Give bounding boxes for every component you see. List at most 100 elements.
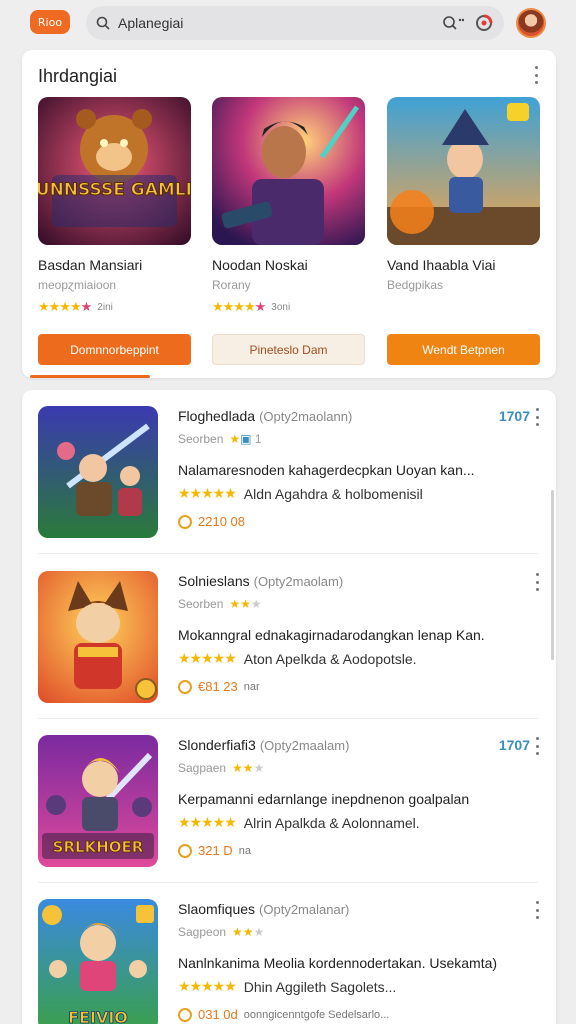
developer-name: Aton Apelkda & Aodopotsle. xyxy=(243,650,417,667)
search-icon xyxy=(96,16,110,30)
game-thumbnail[interactable] xyxy=(38,406,158,538)
meta-row: €81 23 nar xyxy=(178,679,260,694)
rating-stars-icon: ★★★★★ xyxy=(178,814,237,830)
game-rating: ★★★★★ 2ini xyxy=(38,299,113,315)
category-label: Seorben xyxy=(178,597,224,611)
more-options-icon[interactable] xyxy=(534,408,540,426)
small-stars-icon: ★★★ xyxy=(232,925,265,939)
meta-value: €81 23 xyxy=(198,679,238,694)
clock-icon xyxy=(178,514,192,529)
more-options-icon[interactable] xyxy=(534,901,540,919)
rating-stars-icon: ★★★★★ xyxy=(178,650,237,666)
more-options-icon[interactable] xyxy=(534,737,540,755)
game-cover-image[interactable] xyxy=(387,97,540,245)
game-list: Floghedlada (Opty2maolann) 1707 Seorben ★▣… xyxy=(22,390,556,1024)
more-options-icon[interactable] xyxy=(534,573,540,591)
rating-row: ★★★★★ Aton Apelkda & Aodopotsle. xyxy=(178,650,417,667)
list-item[interactable]: Floghedlada (Opty2maolann) 1707 Seorben ★▣… xyxy=(22,390,556,554)
game-title: Slaomfiques (Opty2malanar) xyxy=(178,901,349,917)
game-genre: Rorany xyxy=(212,278,251,292)
rating-stars-icon: ★★★★★ xyxy=(212,299,266,314)
game-tag: (Opty2malanar) xyxy=(259,902,350,917)
meta-row: 321 D na xyxy=(178,843,251,858)
featured-item[interactable]: GUNNSSSE GAMLIN Basdan Mansiari meopɀmia… xyxy=(38,97,191,365)
game-tag: (Opty2maalam) xyxy=(259,738,350,753)
install-button[interactable]: Pineteslo Dam xyxy=(212,334,365,365)
featured-title: Ihrdangiai xyxy=(38,66,118,86)
rating-row: ★★★★★ Aldn Agahdra & holbomenisil xyxy=(178,485,423,502)
cover-title-text: FEIVIO xyxy=(68,1008,128,1024)
top-bar: Rioo Aplanegiai xyxy=(0,0,576,46)
meta-value: 031 0d xyxy=(198,1007,238,1022)
game-thumbnail[interactable]: FEIVIO xyxy=(38,899,158,1024)
game-category: Seorben ★▣ 1 xyxy=(178,432,262,446)
game-tag: (Opty2maolam) xyxy=(253,574,344,589)
rating-row: ★★★★★ Alrin Apalkda & Aolonnamel. xyxy=(178,814,420,831)
clock-icon xyxy=(178,679,192,694)
category-label: Sagpeon xyxy=(178,925,227,939)
game-score: 1707 xyxy=(498,408,530,424)
meta-extra: nar xyxy=(243,680,260,693)
game-category: Sagpaen ★★★ xyxy=(178,761,264,775)
game-title-text: Floghedlada xyxy=(178,408,256,424)
meta-row: 031 0d oonngicenntgofe Sedelsarlo... xyxy=(178,1007,389,1022)
game-thumbnail[interactable]: SRLKHOER xyxy=(38,735,158,867)
carousel-indicator xyxy=(30,375,150,378)
featured-item[interactable]: Noodan Noskai Rorany ★★★★★ 3oni Pinetesl… xyxy=(212,97,365,365)
game-category: Seorben ★★★ xyxy=(178,597,262,611)
game-name: Basdan Mansiari xyxy=(38,257,143,273)
meta-row: 2210 08 xyxy=(178,514,251,529)
notification-icon[interactable] xyxy=(474,13,494,33)
developer-name: Aldn Agahdra & holbomenisil xyxy=(243,485,423,502)
rating-count: 3oni xyxy=(271,301,291,313)
more-options-icon[interactable] xyxy=(533,66,539,84)
featured-item[interactable]: Vand Ihaabla Viai Bedgpikas Wendt Betpne… xyxy=(387,97,540,365)
list-item[interactable]: SRLKHOER Slonderfiafi3 (Opty2maalam) 1707… xyxy=(22,719,556,883)
featured-section: Ihrdangiai GUNNSSSE GAMLIN Basdan Mansia… xyxy=(22,50,556,378)
rating-row: ★★★★★ Dhin Aggileth Sagolets... xyxy=(178,978,396,995)
small-stars-icon: ★▣ 1 xyxy=(229,432,262,446)
rating-stars-icon: ★★★★★ xyxy=(178,978,237,994)
meta-extra: oonngicenntgofe Sedelsarlo... xyxy=(243,1008,390,1021)
search-input[interactable]: Aplanegiai xyxy=(118,15,442,31)
game-title: Slonderfiafi3 (Opty2maalam) xyxy=(178,737,349,753)
search-bar[interactable]: Aplanegiai xyxy=(86,6,504,40)
brand-button[interactable]: Rioo xyxy=(30,10,70,34)
rating-stars-icon: ★★★★★ xyxy=(38,299,92,314)
game-cover-image[interactable] xyxy=(212,97,365,245)
developer-name: Dhin Aggileth Sagolets... xyxy=(243,978,397,995)
list-item[interactable]: FEIVIO Slaomfiques (Opty2malanar) Sagpeon… xyxy=(22,883,556,1024)
game-description: Nanlnkanima Meolia kordennodertakan. Use… xyxy=(178,955,498,971)
game-name: Vand Ihaabla Viai xyxy=(387,257,496,273)
cover-title-text: GUNNSSSE GAMLIN xyxy=(38,180,191,200)
game-title: Floghedlada (Opty2maolann) xyxy=(178,408,352,424)
clock-icon xyxy=(178,1007,192,1022)
game-description: Nalamaresnoden kahagerdecpkan Uoyan kan.… xyxy=(178,462,475,478)
meta-value: 321 D xyxy=(198,843,233,858)
category-label: Seorben xyxy=(178,432,224,446)
game-rating: ★★★★★ 3oni xyxy=(212,299,290,315)
game-description: Kerpamanni edarnlange inepdnenon goalpal… xyxy=(178,791,470,807)
game-title-text: Slaomfiques xyxy=(178,901,256,917)
list-item[interactable]: Solnieslans (Opty2maolam) Seorben ★★★ Moka… xyxy=(22,555,556,719)
divider xyxy=(38,553,538,554)
game-title: Solnieslans (Opty2maolam) xyxy=(178,573,343,589)
game-thumbnail[interactable] xyxy=(38,571,158,703)
developer-name: Alrin Apalkda & Aolonnamel. xyxy=(243,814,420,831)
install-button[interactable]: Domnnorbeppint xyxy=(38,334,191,365)
user-avatar[interactable] xyxy=(516,8,546,38)
meta-extra: na xyxy=(238,844,251,857)
rating-stars-icon: ★★★★★ xyxy=(178,485,237,501)
small-stars-icon: ★★★ xyxy=(232,761,265,775)
category-label: Sagpaen xyxy=(178,761,227,775)
game-description: Mokanngral ednakagirnadarodangkan lenap … xyxy=(178,627,485,643)
install-button[interactable]: Wendt Betpnen xyxy=(387,334,540,365)
game-category: Sagpeon ★★★ xyxy=(178,925,264,939)
rating-count: 2ini xyxy=(97,301,113,313)
game-title-text: Slonderfiafi3 xyxy=(178,737,256,753)
voice-search-icon[interactable] xyxy=(442,15,464,31)
game-tag: (Opty2maolann) xyxy=(259,409,353,424)
cover-title-text: SRLKHOER xyxy=(53,838,144,856)
game-cover-image[interactable]: GUNNSSSE GAMLIN xyxy=(38,97,191,245)
game-score: 1707 xyxy=(498,737,530,753)
